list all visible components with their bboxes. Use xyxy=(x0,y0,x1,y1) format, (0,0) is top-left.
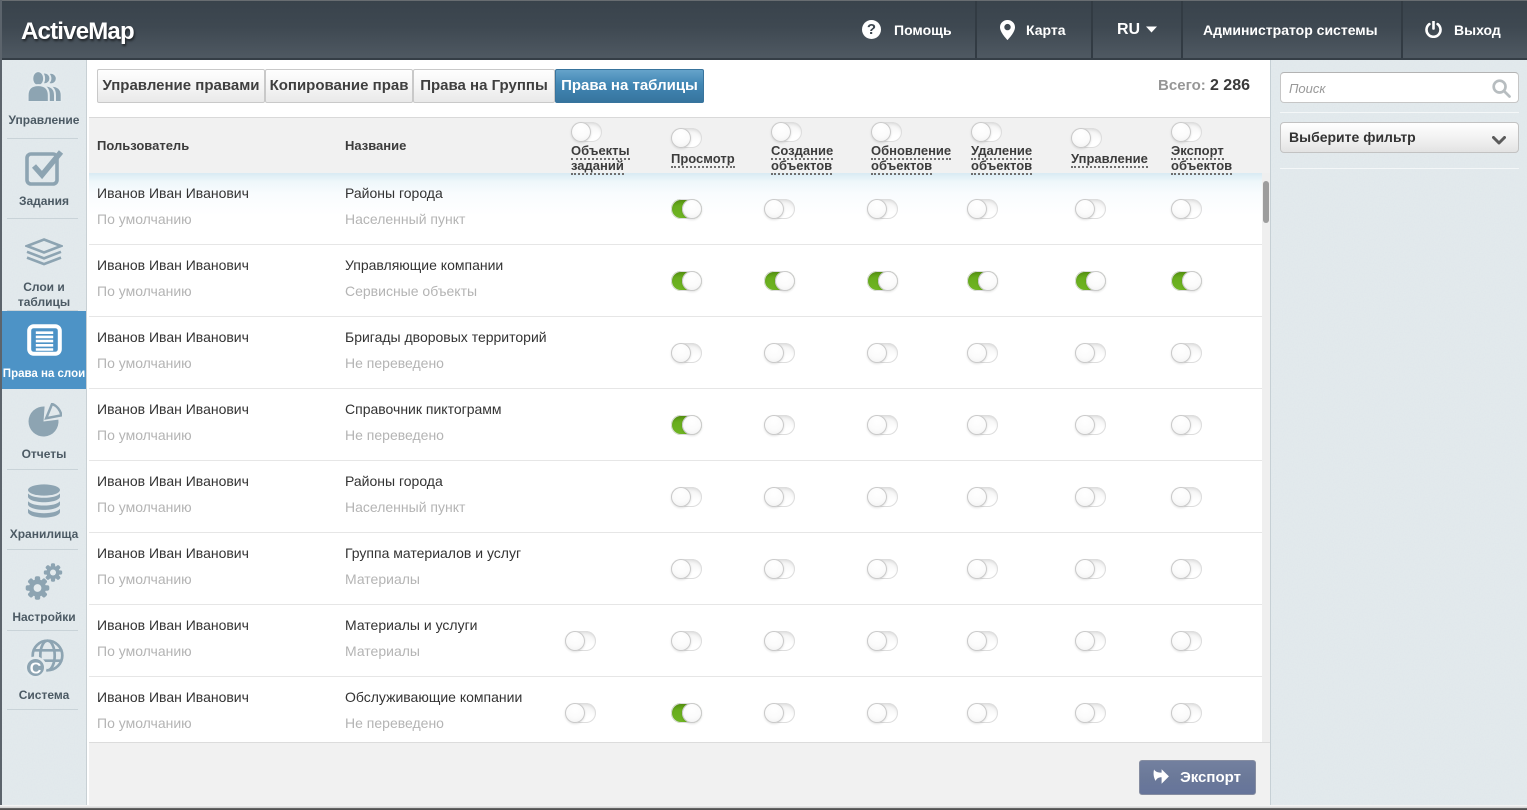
svg-text:C: C xyxy=(30,660,42,677)
